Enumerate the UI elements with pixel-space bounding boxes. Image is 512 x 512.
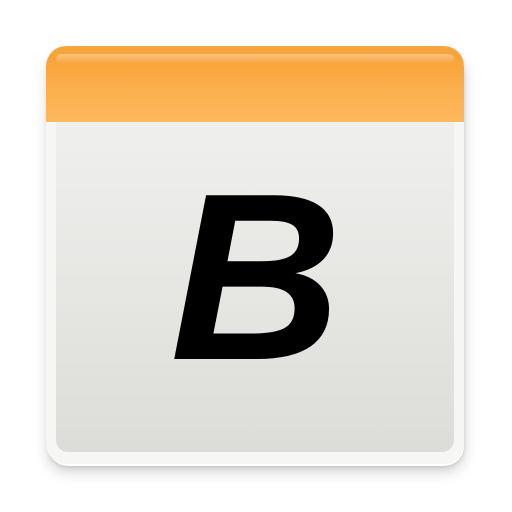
icon-letter: B: [170, 145, 342, 410]
app-icon: B: [0, 0, 512, 512]
